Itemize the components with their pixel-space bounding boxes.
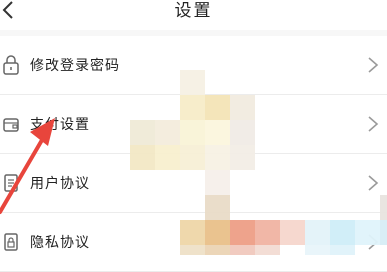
page-title: 设置 <box>174 1 213 21</box>
chevron-right-icon <box>368 234 379 250</box>
settings-item-label: 支付设置 <box>30 117 90 133</box>
settings-item-payment[interactable]: 支付设置 <box>0 95 387 154</box>
chevron-right-icon <box>368 116 379 132</box>
settings-item-change-password[interactable]: 修改登录密码 <box>0 36 387 95</box>
chevron-right-icon <box>368 175 379 191</box>
document-icon <box>4 174 18 192</box>
settings-item-label: 隐私协议 <box>30 235 90 251</box>
settings-item-label: 用户协议 <box>30 176 90 192</box>
chevron-right-icon <box>368 57 379 73</box>
settings-item-privacy-agreement[interactable]: 隐私协议 <box>0 213 387 272</box>
settings-item-user-agreement[interactable]: 用户协议 <box>0 154 387 213</box>
settings-list: 修改登录密码 支付设置 用户协议 隐私协议 <box>0 36 387 272</box>
top-bar: 设置 <box>0 0 387 30</box>
privacy-lock-icon <box>4 233 18 251</box>
lock-icon <box>3 55 19 75</box>
settings-item-label: 修改登录密码 <box>30 58 120 74</box>
wallet-icon <box>3 118 19 132</box>
